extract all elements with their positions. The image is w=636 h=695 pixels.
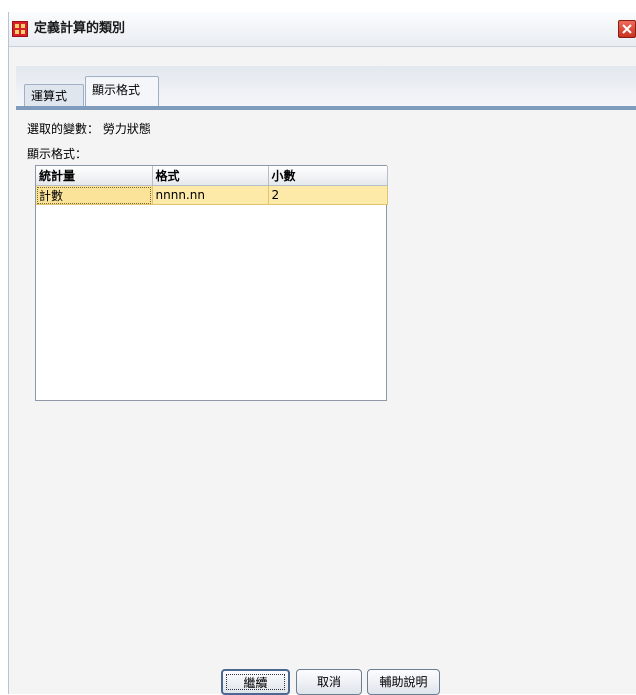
table-grid-icon	[12, 21, 28, 37]
tab-expression[interactable]: 運算式	[24, 84, 84, 106]
help-button[interactable]: 輔助說明	[367, 669, 440, 695]
continue-button[interactable]: 繼續	[221, 669, 290, 695]
close-icon[interactable]	[618, 20, 636, 38]
selected-variable-label: 選取的變數： 勞力狀態	[27, 122, 151, 136]
cell-statistic[interactable]: 計數	[36, 185, 153, 205]
cancel-button[interactable]: 取消	[296, 669, 362, 695]
grid-header-row: 統計量 格式 小數	[36, 166, 388, 186]
column-header-format[interactable]: 格式	[152, 166, 269, 186]
display-format-label: 顯示格式：	[27, 147, 88, 161]
cell-format[interactable]: nnnn.nn	[152, 185, 269, 205]
tab-strip: 運算式 顯示格式	[16, 66, 636, 110]
column-header-statistic[interactable]: 統計量	[36, 166, 153, 186]
dialog-window: 定義計算的類別 運算式 顯示格式 選取的變數： 勞力狀態 顯示格式： 統計量 格…	[8, 12, 636, 695]
column-header-decimals[interactable]: 小數	[268, 166, 388, 186]
title-bar[interactable]: 定義計算的類別	[9, 12, 636, 47]
tab-display-format[interactable]: 顯示格式	[85, 76, 159, 106]
continue-button-label: 繼續	[226, 674, 285, 690]
cell-decimals[interactable]: 2	[268, 185, 388, 205]
window-title: 定義計算的類別	[34, 21, 126, 36]
table-row[interactable]: 計數 nnnn.nn 2	[36, 185, 388, 205]
format-grid[interactable]: 統計量 格式 小數 計數 nnnn.nn 2	[35, 165, 388, 401]
